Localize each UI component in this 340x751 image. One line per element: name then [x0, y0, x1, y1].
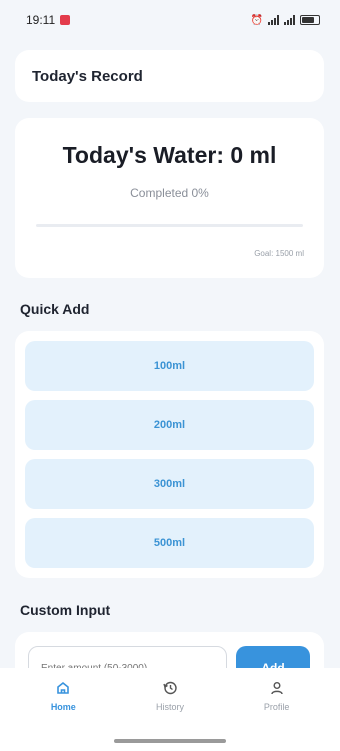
goal-label: Goal: 1500 ml	[254, 249, 304, 258]
history-icon	[163, 681, 177, 695]
status-time: 19:11	[26, 13, 56, 27]
alarm-icon: ⏰	[250, 14, 263, 26]
home-icon	[57, 681, 70, 694]
water-total: Today's Water: 0 ml	[62, 142, 277, 168]
custom-input-title: Custom Input	[20, 602, 111, 618]
tab-home[interactable]: Home	[18, 680, 108, 751]
notification-icon	[60, 15, 71, 25]
page-title: Today's Record	[32, 67, 143, 85]
quick-add-100-button[interactable]: 100ml	[25, 341, 314, 391]
quick-add-500-button[interactable]: 500ml	[25, 518, 314, 568]
home-indicator	[114, 739, 226, 743]
tab-profile[interactable]: Profile	[232, 680, 322, 751]
quick-add-200-button[interactable]: 200ml	[25, 400, 314, 450]
quick-add-card: 100ml 200ml 300ml 500ml	[15, 331, 324, 578]
status-bar: 19:11 ⏰	[0, 0, 340, 40]
signal-icon	[268, 15, 279, 25]
tab-home-label: Home	[50, 702, 76, 712]
tab-profile-label: Profile	[263, 702, 290, 712]
battery-icon	[300, 15, 320, 25]
header-card: Today's Record	[15, 50, 324, 102]
completed-percent: Completed 0%	[130, 186, 209, 200]
progress-bar	[36, 224, 303, 227]
quick-add-title: Quick Add	[20, 301, 90, 317]
profile-icon	[270, 682, 283, 695]
quick-add-300-button[interactable]: 300ml	[25, 459, 314, 509]
signal-icon-2	[284, 15, 295, 25]
water-summary-card: Today's Water: 0 ml Completed 0% Goal: 1…	[15, 118, 324, 278]
tab-history-label: History	[155, 702, 184, 712]
